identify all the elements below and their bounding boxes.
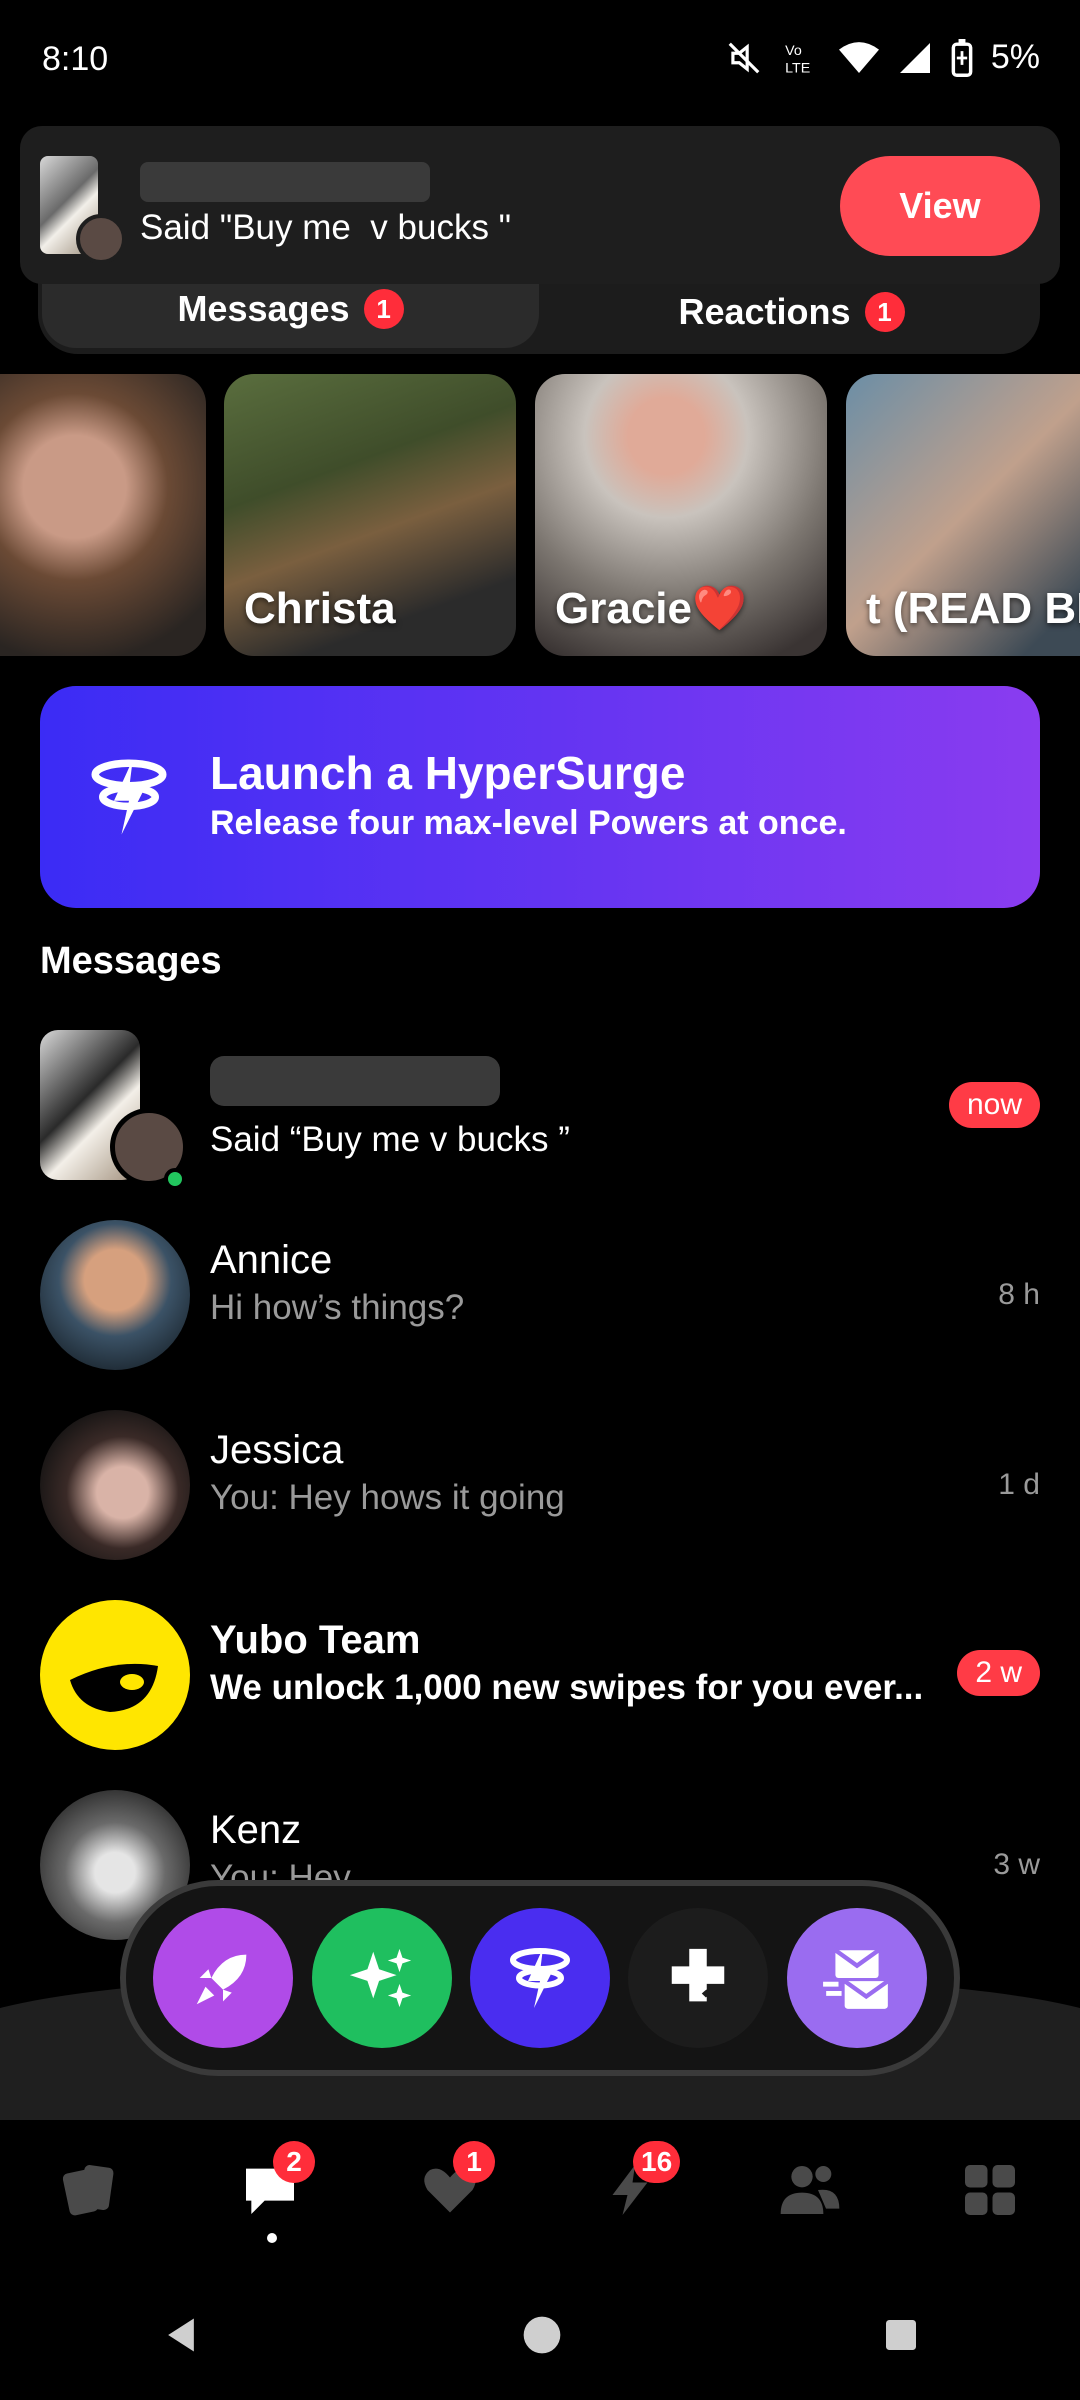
signal-icon — [899, 42, 930, 73]
promo-title: Launch a HyperSurge — [210, 747, 686, 799]
nav-more[interactable] — [945, 2145, 1035, 2235]
timestamp: 8 h — [998, 1278, 1040, 1311]
view-button[interactable]: View — [840, 156, 1040, 256]
mute-icon — [728, 42, 760, 73]
nav-swipe[interactable] — [45, 2145, 135, 2235]
envelopes-icon — [822, 1948, 889, 2009]
story-card[interactable]: Christa — [224, 374, 516, 656]
bottom-nav: 2 1 16 — [0, 2120, 1080, 2260]
message-preview: You: Hey hows it going — [210, 1478, 565, 1517]
banner-avatar — [76, 214, 126, 264]
battery-percent: 5% — [990, 38, 1040, 76]
story-carousel: Christa Gracie❤️ t (READ BI... — [0, 374, 1080, 656]
timestamp-badge: 2 w — [957, 1650, 1040, 1696]
story-card[interactable]: Gracie❤️ — [535, 374, 827, 656]
conversation-row[interactable]: Yubo Team We unlock 1,000 new swipes for… — [0, 1600, 1080, 1770]
yubo-logo-icon — [70, 1663, 158, 1712]
avatar — [40, 1220, 190, 1370]
active-indicator — [267, 2233, 277, 2243]
grid-icon — [965, 2165, 1015, 2215]
rocket-button[interactable] — [153, 1908, 294, 2048]
sparkles-icon — [349, 1948, 411, 2008]
nav-powers[interactable]: 16 — [585, 2141, 681, 2235]
hypersurge-button[interactable] — [469, 1908, 610, 2048]
contact-name: Yubo Team — [210, 1618, 421, 1662]
message-preview: We unlock 1,000 new swipes for you ever.… — [210, 1668, 924, 1707]
people-icon — [780, 2166, 840, 2214]
clock: 8:10 — [42, 40, 109, 78]
puzzle-plus-button[interactable] — [628, 1908, 769, 2048]
tab-reactions-label: Reactions — [678, 291, 851, 332]
conversation-row[interactable]: Jessica You: Hey hows it going 1 d — [0, 1410, 1080, 1580]
sparkles-button[interactable] — [311, 1908, 452, 2048]
envelopes-button[interactable] — [786, 1908, 927, 2048]
online-indicator — [164, 1168, 186, 1190]
contact-name: Annice — [210, 1238, 333, 1282]
tab-messages-badge: 1 — [363, 289, 404, 329]
contact-name: Jessica — [210, 1428, 344, 1472]
hypersurge-icon — [91, 759, 167, 835]
contact-name: Kenz — [210, 1808, 302, 1852]
message-preview: Hi how’s things? — [210, 1288, 465, 1327]
timestamp: 1 d — [998, 1468, 1040, 1501]
back-icon[interactable] — [159, 2313, 203, 2357]
tab-reactions-badge: 1 — [864, 292, 905, 332]
wifi-icon — [838, 41, 879, 73]
banner-message: Said "Buy me v bucks " — [140, 208, 512, 247]
hypersurge-icon — [509, 1948, 570, 2008]
volte-icon: Vo LTE — [785, 42, 810, 76]
yubo-logo-avatar — [40, 1600, 190, 1750]
nav-likes[interactable]: 1 — [405, 2141, 495, 2235]
status-bar: 8:10 Vo LTE 5% — [0, 0, 1080, 120]
status-icons: Vo LTE 5% — [725, 38, 1040, 77]
story-label: t (READ BI... — [866, 584, 1080, 633]
notification-banner[interactable]: Said "Buy me v bucks " View — [20, 126, 1060, 284]
name-redacted — [210, 1056, 500, 1106]
system-nav-bar — [0, 2270, 1080, 2400]
story-card[interactable]: t (READ BI... — [846, 374, 1080, 656]
svg-text:Vo: Vo — [785, 42, 802, 58]
cards-icon — [62, 2165, 114, 2216]
nav-friends[interactable] — [765, 2145, 855, 2235]
recents-icon[interactable] — [881, 2315, 921, 2355]
svg-text:LTE: LTE — [785, 60, 810, 76]
nav-likes-badge: 1 — [453, 2141, 495, 2183]
tab-messages-label: Messages — [177, 288, 350, 329]
nav-powers-badge: 16 — [633, 2141, 681, 2183]
promo-subtitle: Release four max-level Powers at once. — [210, 804, 847, 842]
home-icon[interactable] — [520, 2313, 564, 2357]
timestamp: 3 w — [993, 1848, 1040, 1881]
puzzle-plus-icon — [672, 1948, 730, 2002]
nav-messages[interactable]: 2 — [225, 2141, 315, 2243]
story-label: Gracie❤️ — [555, 584, 747, 633]
avatar — [40, 1410, 190, 1560]
rocket-icon — [196, 1954, 247, 2005]
message-preview: Said “Buy me v bucks ” — [210, 1120, 570, 1159]
nav-messages-badge: 2 — [273, 2141, 315, 2183]
conversation-row[interactable]: Annice Hi how’s things? 8 h — [0, 1220, 1080, 1390]
banner-name-redacted — [140, 162, 430, 202]
hypersurge-promo[interactable]: Launch a HyperSurge Release four max-lev… — [40, 686, 1040, 908]
story-card[interactable] — [0, 374, 206, 656]
messages-section-title: Messages — [40, 940, 222, 982]
story-label: Christa — [244, 584, 396, 633]
timestamp-badge: now — [948, 1082, 1040, 1128]
powers-bar — [120, 1880, 960, 2076]
battery-icon — [951, 38, 973, 77]
conversation-row[interactable]: Said “Buy me v bucks ” now — [0, 1030, 1080, 1200]
